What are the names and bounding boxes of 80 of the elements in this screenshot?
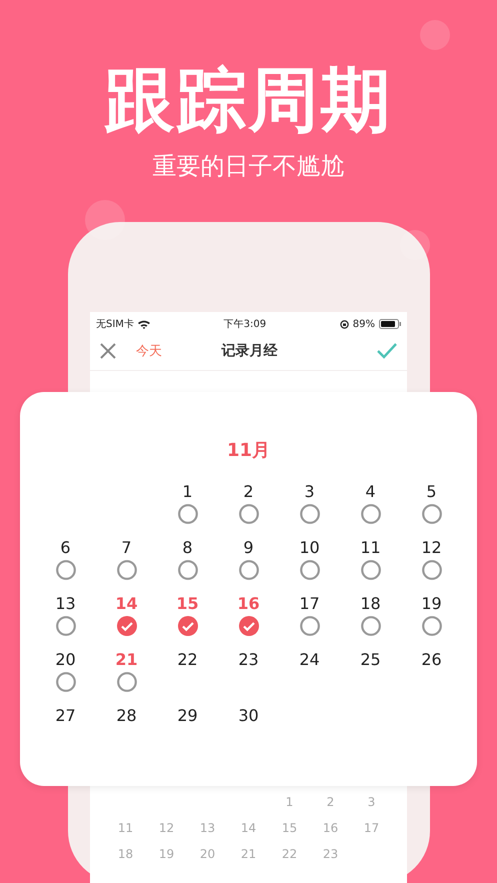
day-number: 23: [238, 650, 259, 670]
day-number: 27: [55, 706, 76, 726]
day-number: 26: [421, 650, 442, 670]
day-number: 29: [177, 706, 198, 726]
empty-circle-icon[interactable]: [422, 504, 442, 524]
calendar-day: 11: [105, 821, 146, 835]
empty-circle-icon[interactable]: [360, 560, 380, 580]
empty-circle-icon[interactable]: [178, 560, 198, 580]
checked-circle-icon[interactable]: [116, 616, 136, 636]
empty-circle-icon[interactable]: [178, 504, 198, 524]
empty-circle-icon[interactable]: [360, 616, 380, 636]
calendar-day: 22: [269, 847, 310, 861]
calendar-day: 21: [228, 847, 269, 861]
checked-circle-icon[interactable]: [178, 616, 198, 636]
empty-circle-icon[interactable]: [56, 672, 76, 692]
empty-circle-icon[interactable]: [300, 504, 320, 524]
empty-circle-icon[interactable]: [300, 560, 320, 580]
carrier-label: 无SIM卡: [96, 318, 134, 331]
empty-circle-icon[interactable]: [422, 616, 442, 636]
close-icon[interactable]: [100, 343, 116, 359]
empty-circle-icon[interactable]: [422, 560, 442, 580]
calendar-day: 2: [310, 795, 351, 809]
day-number: 16: [237, 594, 260, 614]
day-number: 15: [176, 594, 199, 614]
day-number: 10: [299, 538, 320, 558]
calendar-day: 14: [228, 821, 269, 835]
day-number: 6: [60, 538, 71, 558]
day-number: 20: [55, 650, 76, 670]
day-number: 21: [115, 650, 138, 670]
month-title: 11月: [226, 439, 270, 462]
empty-circle-icon[interactable]: [238, 560, 258, 580]
calendar-day: 15: [269, 821, 310, 835]
day-number: 24: [299, 650, 320, 670]
day-number: 28: [116, 706, 137, 726]
day-number: 11: [360, 538, 381, 558]
day-number: 3: [304, 482, 315, 502]
rotation-lock-icon: [340, 320, 349, 328]
calendar-day: 23: [310, 847, 351, 861]
empty-circle-icon[interactable]: [360, 504, 380, 524]
calendar-day: 13: [187, 821, 228, 835]
battery-icon: [378, 319, 401, 329]
calendar-day: 19: [146, 847, 187, 861]
calendar-day: 1: [269, 795, 310, 809]
wifi-icon: [138, 320, 150, 328]
calendar-day: 12: [146, 821, 187, 835]
screen-title: 记录月经: [220, 342, 278, 360]
clock-time: 下午3:09: [224, 318, 266, 331]
today-link[interactable]: 今天: [136, 342, 162, 360]
empty-circle-icon[interactable]: [56, 616, 76, 636]
day-number: 4: [365, 482, 376, 502]
day-number: 18: [360, 594, 381, 614]
calendar-day: 20: [187, 847, 228, 861]
calendar-day: 16: [310, 821, 351, 835]
day-number: 1: [182, 482, 193, 502]
checkmark-icon[interactable]: [377, 343, 397, 359]
headline: 跟踪周期: [104, 58, 392, 142]
subtitle: 重要的日子不尴尬: [152, 151, 344, 182]
battery-percent: 89%: [352, 318, 375, 330]
calendar-day: 18: [105, 847, 146, 861]
empty-circle-icon[interactable]: [116, 560, 136, 580]
empty-circle-icon[interactable]: [116, 672, 136, 692]
calendar-day: 3: [351, 795, 392, 809]
day-number: 12: [421, 538, 442, 558]
empty-circle-icon[interactable]: [300, 616, 320, 636]
calendar-day: 17: [351, 821, 392, 835]
day-number: 13: [55, 594, 76, 614]
empty-circle-icon[interactable]: [238, 504, 258, 524]
day-number: 25: [360, 650, 381, 670]
day-number: 30: [238, 706, 259, 726]
day-number: 8: [182, 538, 193, 558]
checked-circle-icon[interactable]: [238, 616, 258, 636]
day-number: 22: [177, 650, 198, 670]
day-number: 2: [243, 482, 254, 502]
day-number: 7: [121, 538, 132, 558]
empty-circle-icon[interactable]: [56, 560, 76, 580]
day-number: 14: [115, 594, 138, 614]
day-number: 17: [299, 594, 320, 614]
day-number: 5: [426, 482, 437, 502]
day-number: 19: [421, 594, 442, 614]
day-number: 9: [243, 538, 254, 558]
